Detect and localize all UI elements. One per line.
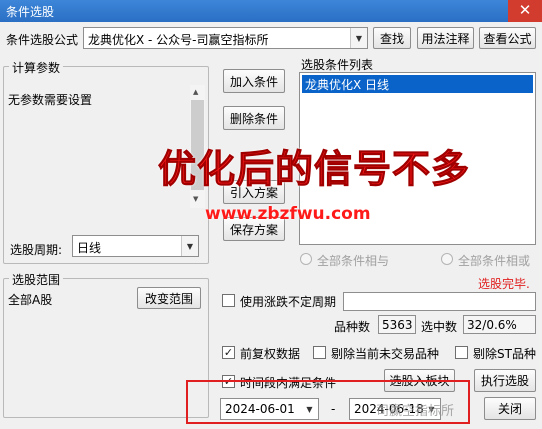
uncertain-period-input[interactable] [343, 292, 536, 311]
find-button[interactable]: 查找 [373, 27, 411, 49]
scope-legend: 选股范围 [9, 271, 64, 288]
count-label: 品种数 [334, 320, 371, 334]
and-radio[interactable] [300, 253, 312, 265]
title-bar: 条件选股 ✕ [0, 0, 542, 22]
and-label: 全部条件相与 [317, 254, 390, 268]
exclude-st-label: 剔除ST品种 [473, 347, 536, 361]
uncertain-period-checkbox[interactable] [222, 294, 235, 307]
list-item[interactable]: 龙典优化X 日线 [302, 75, 533, 93]
restore-rights-checkbox[interactable]: ✓ [222, 346, 235, 359]
formula-select[interactable]: 龙典优化X - 公众号-司赢空指标所 ▼ [83, 27, 368, 49]
or-label: 全部条件相或 [458, 254, 531, 268]
chevron-down-icon[interactable]: ▼ [350, 28, 367, 48]
close-button[interactable]: 关闭 [484, 397, 536, 420]
conditions-label: 选股条件列表 [301, 58, 374, 72]
or-radio[interactable] [441, 253, 453, 265]
params-content: 无参数需要设置 [8, 93, 93, 107]
overlay-website: www.zbzfwu.com [205, 204, 371, 224]
period-select[interactable]: 日线 ▼ [72, 235, 199, 257]
uncertain-period-label: 使用涨跌不定周期 [240, 295, 337, 309]
close-icon[interactable]: ✕ [508, 0, 542, 22]
scope-value: 全部A股 [8, 293, 53, 307]
window-title: 条件选股 [6, 5, 55, 19]
scroll-up-icon[interactable]: ▲ [193, 88, 198, 96]
period-label: 选股周期: [10, 243, 63, 257]
overlay-headline: 优化后的信号不多 [157, 147, 471, 192]
chevron-down-icon[interactable]: ▼ [181, 236, 198, 256]
formula-value: 龙典优化X - 公众号-司赢空指标所 [88, 33, 269, 47]
add-condition-button[interactable]: 加入条件 [223, 69, 285, 93]
execute-button[interactable]: 执行选股 [474, 369, 536, 392]
change-scope-button[interactable]: 改变范围 [137, 287, 201, 309]
status-text: 选股完毕. [478, 277, 530, 291]
restore-rights-label: 前复权数据 [240, 347, 301, 361]
count-value: 5363 [378, 315, 416, 334]
view-formula-button[interactable]: 查看公式 [479, 27, 536, 49]
period-value: 日线 [77, 241, 102, 255]
scroll-down-icon[interactable]: ▼ [193, 195, 198, 203]
exclude-st-checkbox[interactable] [455, 346, 468, 359]
exclude-untraded-checkbox[interactable] [313, 346, 326, 359]
exclude-untraded-label: 剔除当前未交易品种 [331, 347, 440, 361]
selected-value: 32/0.6% [463, 315, 536, 334]
check-icon: ✓ [223, 346, 234, 359]
usage-button[interactable]: 用法注释 [417, 27, 474, 49]
params-legend: 计算参数 [9, 59, 64, 76]
delete-condition-button[interactable]: 删除条件 [223, 106, 285, 130]
selected-label: 选中数 [421, 320, 458, 334]
annotation-box [186, 380, 470, 424]
formula-label: 条件选股公式 [6, 33, 79, 47]
